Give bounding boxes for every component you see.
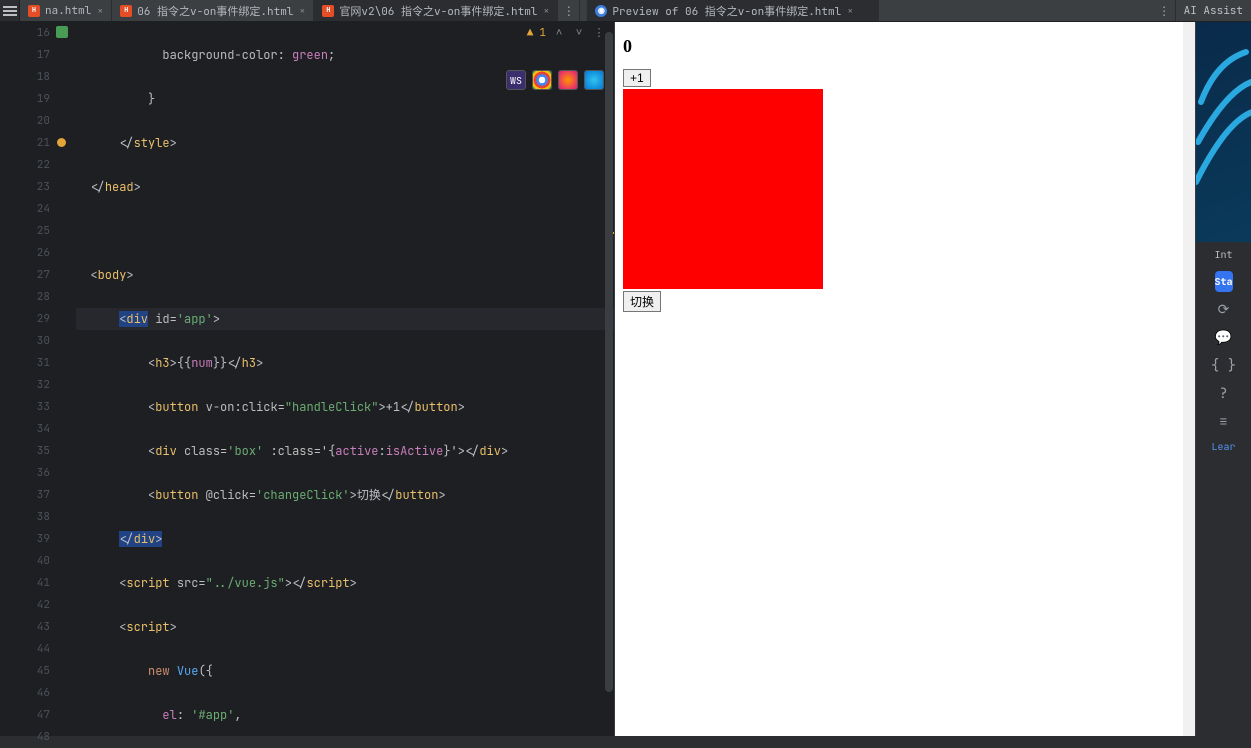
ai-assistant-tab[interactable]: AI Assist (1176, 0, 1251, 21)
red-box (623, 89, 823, 289)
plus-one-button[interactable]: +1 (623, 69, 651, 87)
code-area[interactable]: background-color: green; } </style> </he… (70, 22, 614, 736)
line-number: 29 (0, 308, 50, 330)
bookmark-icon (56, 26, 68, 38)
html-file-icon: H (322, 5, 334, 17)
tab-label: na.html (45, 4, 91, 18)
line-number: 31 (0, 352, 50, 374)
warning-count: 1 (539, 26, 546, 40)
rail-section-label: Int (1196, 242, 1251, 267)
line-number: 20 (0, 110, 50, 132)
tab-label: 官网v2\06 指令之v-on事件绑定.html (339, 3, 537, 19)
preview-panel: 0 +1 切换 (614, 22, 1195, 736)
line-number: 23 (0, 176, 50, 198)
line-number: 25 (0, 220, 50, 242)
line-number: 36 (0, 462, 50, 484)
line-number: 47 (0, 704, 50, 726)
line-number: 34 (0, 418, 50, 440)
ai-promo-banner[interactable] (1196, 22, 1251, 242)
learn-link[interactable]: Lear (1212, 436, 1236, 457)
chrome-icon[interactable] (532, 70, 552, 90)
toggle-button[interactable]: 切换 (623, 291, 661, 312)
chevron-down-icon[interactable]: ˅ (572, 26, 586, 40)
tab-label: 06 指令之v-on事件绑定.html (137, 3, 293, 19)
line-number: 26 (0, 242, 50, 264)
tab-file-2[interactable]: H 06 指令之v-on事件绑定.html × (112, 0, 314, 21)
line-number: 19 (0, 88, 50, 110)
right-tool-rail: Int Sta ⟳ 💬 { } ? ≡ Lear (1195, 22, 1251, 736)
tab-overflow-icon[interactable]: ⋮ (558, 0, 580, 21)
code-editor[interactable]: 16 17 18 19 20 21 22 23 24 25 26 27 28 2… (0, 22, 614, 736)
firefox-icon[interactable] (558, 70, 578, 90)
more-icon[interactable]: ⋮ (592, 26, 606, 40)
tab-label: Preview of 06 指令之v-on事件绑定.html (612, 3, 841, 19)
line-number: 43 (0, 616, 50, 638)
line-number: 30 (0, 330, 50, 352)
gutter-marks (56, 22, 70, 736)
close-icon[interactable]: × (847, 4, 853, 17)
refresh-icon[interactable]: ⟳ (1196, 296, 1251, 324)
menu-icon[interactable]: ≡ (1196, 408, 1251, 436)
tab-more-icon[interactable]: ⋮ (1154, 0, 1176, 21)
line-number: 24 (0, 198, 50, 220)
edge-icon[interactable] (584, 70, 604, 90)
line-number: 38 (0, 506, 50, 528)
close-icon[interactable]: × (543, 4, 549, 17)
line-number: 35 (0, 440, 50, 462)
close-icon[interactable]: × (97, 4, 103, 17)
inspection-widget[interactable]: ▲ 1 ˄ ˅ ⋮ (527, 26, 606, 40)
help-icon[interactable]: ? (1196, 380, 1251, 408)
preview-scrollbar[interactable] (1183, 22, 1195, 736)
html-file-icon: H (120, 5, 132, 17)
line-number: 32 (0, 374, 50, 396)
line-number: 39 (0, 528, 50, 550)
chevron-up-icon[interactable]: ˄ (552, 26, 566, 40)
line-number: 45 (0, 660, 50, 682)
line-number: 18 (0, 66, 50, 88)
line-number: 41 (0, 572, 50, 594)
line-number-gutter: 16 17 18 19 20 21 22 23 24 25 26 27 28 2… (0, 22, 56, 736)
chat-icon[interactable]: 💬 (1196, 324, 1251, 352)
line-number: 44 (0, 638, 50, 660)
line-number: 33 (0, 396, 50, 418)
start-button[interactable]: Sta (1215, 271, 1233, 292)
line-number: 40 (0, 550, 50, 572)
line-number: 42 (0, 594, 50, 616)
preview-heading: 0 (623, 36, 1187, 57)
line-number: 21 (0, 132, 50, 154)
close-icon[interactable]: × (299, 4, 305, 17)
line-number: 37 (0, 484, 50, 506)
line-number: 27 (0, 264, 50, 286)
html-file-icon: H (28, 5, 40, 17)
browser-open-icons: WS (506, 70, 604, 90)
warning-triangle-icon: ▲ (527, 26, 534, 40)
globe-icon: ◉ (595, 5, 607, 17)
line-number: 17 (0, 44, 50, 66)
editor-scrollbar[interactable] (605, 32, 613, 692)
line-number: 46 (0, 682, 50, 704)
warning-dot-icon (57, 138, 66, 147)
hamburger-icon[interactable] (0, 0, 20, 21)
tab-file-3[interactable]: H 官网v2\06 指令之v-on事件绑定.html × (314, 0, 558, 21)
webstorm-icon[interactable]: WS (506, 70, 526, 90)
line-number: 48 (0, 726, 50, 748)
tab-preview[interactable]: ◉ Preview of 06 指令之v-on事件绑定.html × (586, 0, 879, 21)
tab-file-1[interactable]: H na.html × (20, 0, 112, 21)
line-number: 22 (0, 154, 50, 176)
line-number: 16 (0, 22, 50, 44)
main-split: 16 17 18 19 20 21 22 23 24 25 26 27 28 2… (0, 22, 1251, 736)
tab-bar: H na.html × H 06 指令之v-on事件绑定.html × H 官网… (0, 0, 1251, 22)
line-number: 28 (0, 286, 50, 308)
braces-icon[interactable]: { } (1196, 352, 1251, 380)
